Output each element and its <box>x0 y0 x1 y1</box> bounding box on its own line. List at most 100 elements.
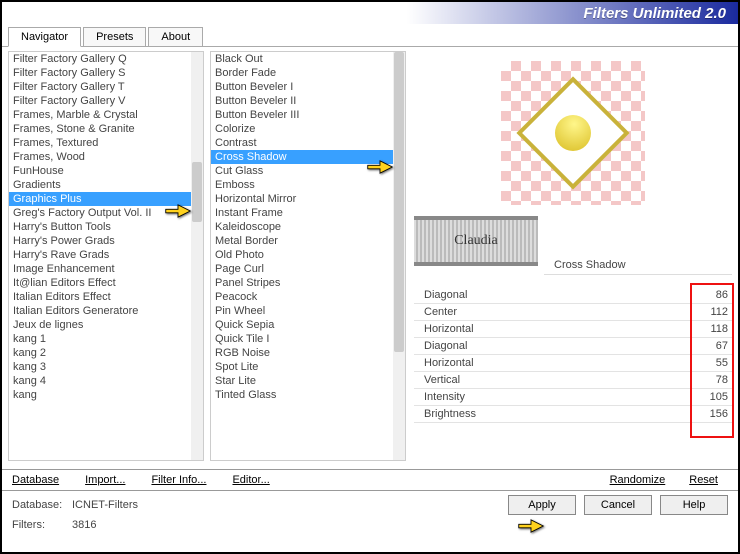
filters-value: 3816 <box>72 519 96 531</box>
param-label: Diagonal <box>424 340 688 352</box>
category-item[interactable]: Italian Editors Generatore <box>9 304 191 318</box>
watermark: Claudia <box>414 216 538 266</box>
category-item[interactable]: Jeux de lignes <box>9 318 191 332</box>
tab-about[interactable]: About <box>148 27 203 46</box>
filter-item[interactable]: Page Curl <box>211 262 393 276</box>
param-row[interactable]: Diagonal67 <box>414 338 732 355</box>
title-bar: Filters Unlimited 2.0 <box>2 2 738 24</box>
category-item[interactable]: Frames, Wood <box>9 150 191 164</box>
filter-item[interactable]: Button Beveler III <box>211 108 393 122</box>
filter-item[interactable]: Horizontal Mirror <box>211 192 393 206</box>
filter-item[interactable]: Panel Stripes <box>211 276 393 290</box>
filter-item[interactable]: Instant Frame <box>211 206 393 220</box>
filter-item[interactable]: Old Photo <box>211 248 393 262</box>
preview-image <box>501 61 645 205</box>
category-item[interactable]: kang 1 <box>9 332 191 346</box>
category-item[interactable]: Frames, Marble & Crystal <box>9 108 191 122</box>
tab-presets[interactable]: Presets <box>83 27 146 46</box>
help-button[interactable]: Help <box>660 495 728 515</box>
param-value: 67 <box>688 340 728 352</box>
category-item[interactable]: Harry's Button Tools <box>9 220 191 234</box>
param-label: Vertical <box>424 374 688 386</box>
param-value: 86 <box>688 289 728 301</box>
database-button[interactable]: Database <box>12 474 59 486</box>
filter-item[interactable]: Black Out <box>211 52 393 66</box>
param-row[interactable]: Diagonal86 <box>414 287 732 304</box>
category-item[interactable]: Filter Factory Gallery T <box>9 80 191 94</box>
category-item[interactable]: Harry's Rave Grads <box>9 248 191 262</box>
category-item[interactable]: Filter Factory Gallery Q <box>9 52 191 66</box>
editor-button[interactable]: Editor... <box>232 474 269 486</box>
filter-item[interactable]: Button Beveler I <box>211 80 393 94</box>
filter-item[interactable]: Contrast <box>211 136 393 150</box>
db-value: ICNET-Filters <box>72 499 138 511</box>
scrollbar[interactable] <box>191 52 203 460</box>
status-bar: Database: ICNET-Filters Apply Cancel Hel… <box>2 491 738 519</box>
filter-item[interactable]: Spot Lite <box>211 360 393 374</box>
param-label: Horizontal <box>424 323 688 335</box>
tabs: Navigator Presets About <box>2 24 738 47</box>
cancel-button[interactable]: Cancel <box>584 495 652 515</box>
param-row[interactable]: Horizontal55 <box>414 355 732 372</box>
param-row[interactable]: Brightness156 <box>414 406 732 423</box>
category-item[interactable]: Filter Factory Gallery S <box>9 66 191 80</box>
filter-list[interactable]: Black OutBorder FadeButton Beveler IButt… <box>210 51 406 461</box>
category-item[interactable]: kang 3 <box>9 360 191 374</box>
filter-item[interactable]: Star Lite <box>211 374 393 388</box>
category-item[interactable]: kang 4 <box>9 374 191 388</box>
category-list[interactable]: Filter Factory Gallery QFilter Factory G… <box>8 51 204 461</box>
category-item[interactable]: Frames, Textured <box>9 136 191 150</box>
category-item[interactable]: Filter Factory Gallery V <box>9 94 191 108</box>
filter-item[interactable]: Button Beveler II <box>211 94 393 108</box>
filter-item[interactable]: Metal Border <box>211 234 393 248</box>
category-item[interactable]: It@lian Editors Effect <box>9 276 191 290</box>
filter-item[interactable]: Tinted Glass <box>211 388 393 402</box>
scrollbar[interactable] <box>393 52 405 460</box>
scroll-thumb[interactable] <box>394 52 404 352</box>
filter-item[interactable]: Peacock <box>211 290 393 304</box>
scroll-thumb[interactable] <box>192 162 202 222</box>
import-button[interactable]: Import... <box>85 474 125 486</box>
reset-button[interactable]: Reset <box>689 474 718 486</box>
param-label: Diagonal <box>424 289 688 301</box>
tab-navigator[interactable]: Navigator <box>8 27 81 47</box>
filter-item[interactable]: Border Fade <box>211 66 393 80</box>
preview-shape <box>516 76 629 189</box>
filter-item[interactable]: Kaleidoscope <box>211 220 393 234</box>
param-label: Center <box>424 306 688 318</box>
filter-item[interactable]: Colorize <box>211 122 393 136</box>
filter-item[interactable]: RGB Noise <box>211 346 393 360</box>
category-item[interactable]: Harry's Power Grads <box>9 234 191 248</box>
filter-item[interactable]: Emboss <box>211 178 393 192</box>
db-label: Database: <box>12 499 72 511</box>
randomize-button[interactable]: Randomize <box>610 474 666 486</box>
category-item[interactable]: Greg's Factory Output Vol. II <box>9 206 191 220</box>
param-value: 156 <box>688 408 728 420</box>
category-item[interactable]: Graphics Plus <box>9 192 191 206</box>
filter-item[interactable]: Cut Glass <box>211 164 393 178</box>
category-item[interactable]: FunHouse <box>9 164 191 178</box>
apply-button[interactable]: Apply <box>508 495 576 515</box>
filter-item[interactable]: Pin Wheel <box>211 304 393 318</box>
param-row[interactable]: Center112 <box>414 304 732 321</box>
preview-area: Claudia <box>414 51 732 256</box>
category-item[interactable]: Gradients <box>9 178 191 192</box>
right-panel: Claudia Cross Shadow Diagonal86Center112… <box>414 51 732 465</box>
param-value: 105 <box>688 391 728 403</box>
category-item[interactable]: Image Enhancement <box>9 262 191 276</box>
app-title: Filters Unlimited 2.0 <box>583 5 726 22</box>
category-item[interactable]: kang 2 <box>9 346 191 360</box>
main-area: Filter Factory Gallery QFilter Factory G… <box>2 47 738 465</box>
filter-title: Cross Shadow <box>544 256 732 275</box>
param-row[interactable]: Vertical78 <box>414 372 732 389</box>
param-row[interactable]: Intensity105 <box>414 389 732 406</box>
param-row[interactable]: Horizontal118 <box>414 321 732 338</box>
filter-info-button[interactable]: Filter Info... <box>151 474 206 486</box>
filter-item[interactable]: Quick Sepia <box>211 318 393 332</box>
filter-item[interactable]: Cross Shadow <box>211 150 393 164</box>
filter-item[interactable]: Quick Tile I <box>211 332 393 346</box>
category-item[interactable]: Italian Editors Effect <box>9 290 191 304</box>
param-value: 78 <box>688 374 728 386</box>
category-item[interactable]: kang <box>9 388 191 402</box>
category-item[interactable]: Frames, Stone & Granite <box>9 122 191 136</box>
